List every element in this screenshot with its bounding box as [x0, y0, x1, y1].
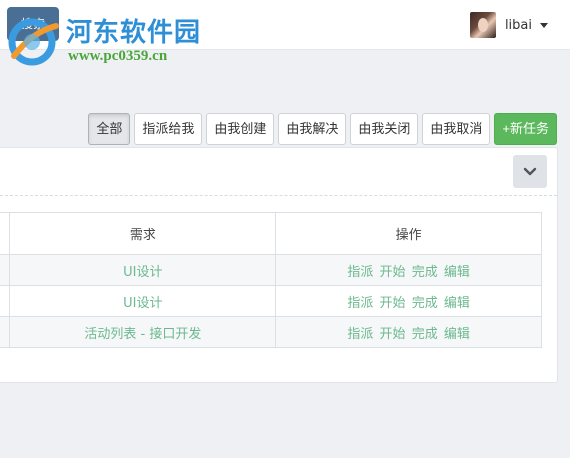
table-cell [0, 316, 11, 348]
filter-canceled-by-me-button[interactable]: 由我取消 [422, 113, 491, 145]
user-menu[interactable]: libai [469, 12, 548, 38]
watermark-title: 河东软件园 [66, 18, 202, 48]
actions-cell: 指派 开始 完成 编辑 [275, 285, 542, 317]
table-cell [0, 285, 11, 317]
new-task-button[interactable]: +新任务 [494, 113, 557, 145]
start-link[interactable]: 开始 [380, 296, 406, 311]
table-header-cell [0, 212, 11, 255]
requirement-link[interactable]: UI设计 [123, 296, 162, 311]
edit-link[interactable]: 编辑 [444, 265, 470, 280]
assign-link[interactable]: 指派 [347, 265, 373, 280]
avatar[interactable] [469, 12, 496, 38]
chevron-down-icon[interactable] [540, 22, 548, 28]
actions-cell: 指派 开始 完成 编辑 [275, 316, 542, 348]
assign-link[interactable]: 指派 [347, 327, 373, 342]
task-panel: 需求 操作 UI设计 指派 开始 完成 编辑 UI设计 指派 开始 完成 编辑 … [0, 147, 558, 383]
watermark-logo-icon [8, 18, 59, 66]
requirement-cell: 活动列表 - 接口开发 [9, 316, 277, 348]
requirement-cell: UI设计 [9, 254, 277, 286]
filter-all-button[interactable]: 全部 [88, 113, 131, 145]
table-row: 活动列表 - 接口开发 指派 开始 完成 编辑 [0, 316, 542, 348]
table-row: UI设计 指派 开始 完成 编辑 [0, 254, 542, 286]
filter-closed-by-me-button[interactable]: 由我关闭 [350, 113, 419, 145]
requirement-cell: UI设计 [9, 285, 277, 317]
requirement-link[interactable]: 活动列表 - 接口开发 [84, 327, 201, 342]
task-table: 需求 操作 UI设计 指派 开始 完成 编辑 UI设计 指派 开始 完成 编辑 … [0, 212, 542, 348]
table-cell [0, 254, 11, 286]
assign-link[interactable]: 指派 [347, 296, 373, 311]
watermark: 河东软件园 www.pc0359.cn [6, 2, 216, 68]
table-header-row: 需求 操作 [0, 212, 542, 255]
collapse-button[interactable] [513, 155, 547, 188]
filter-resolved-by-me-button[interactable]: 由我解决 [278, 113, 347, 145]
edit-link[interactable]: 编辑 [444, 327, 470, 342]
username[interactable]: libai [505, 18, 532, 33]
panel-header [0, 148, 557, 196]
start-link[interactable]: 开始 [380, 327, 406, 342]
edit-link[interactable]: 编辑 [444, 296, 470, 311]
filter-assigned-to-me-button[interactable]: 指派给我 [134, 113, 203, 145]
finish-link[interactable]: 完成 [412, 296, 438, 311]
column-header-requirement: 需求 [9, 212, 277, 255]
start-link[interactable]: 开始 [380, 265, 406, 280]
chevron-down-icon [523, 167, 537, 175]
actions-cell: 指派 开始 完成 编辑 [275, 254, 542, 286]
filter-created-by-me-button[interactable]: 由我创建 [206, 113, 275, 145]
finish-link[interactable]: 完成 [412, 327, 438, 342]
filter-toolbar: 全部 指派给我 由我创建 由我解决 由我关闭 由我取消 +新任务 [88, 113, 557, 145]
finish-link[interactable]: 完成 [412, 265, 438, 280]
table-row: UI设计 指派 开始 完成 编辑 [0, 285, 542, 317]
watermark-url: www.pc0359.cn [68, 48, 168, 64]
column-header-actions: 操作 [275, 212, 542, 255]
requirement-link[interactable]: UI设计 [123, 265, 162, 280]
